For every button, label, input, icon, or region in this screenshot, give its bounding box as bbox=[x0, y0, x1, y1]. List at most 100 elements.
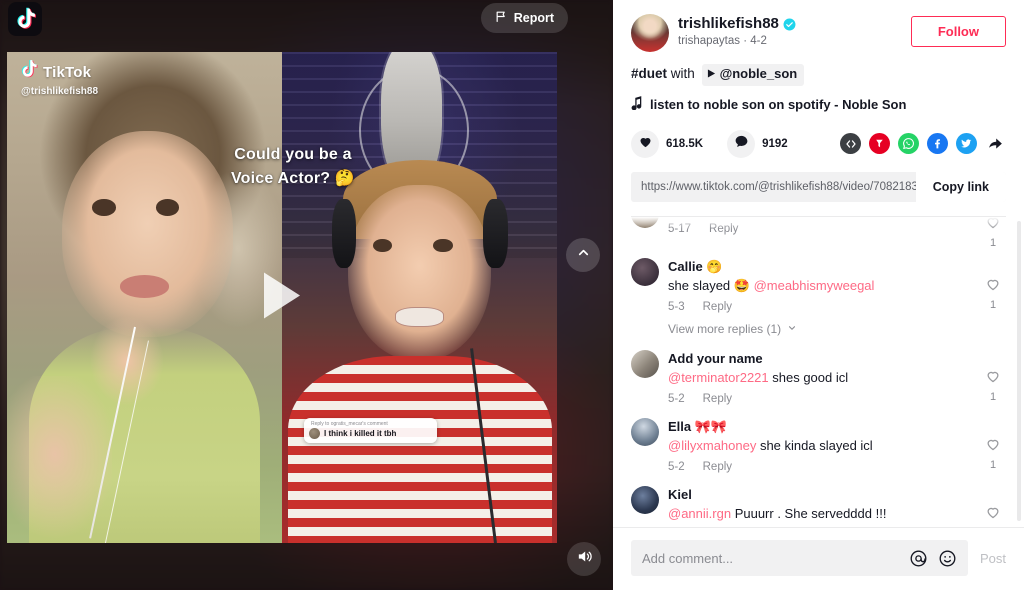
like-stat[interactable]: 618.5K bbox=[631, 129, 703, 158]
panel-header: trishlikefish88 trishapaytas · 4-2 Follo… bbox=[613, 0, 1024, 217]
chevron-down-icon bbox=[787, 322, 797, 336]
mention-noble-son[interactable]: @noble_son bbox=[701, 64, 805, 86]
comment-reply-button[interactable]: Reply bbox=[709, 223, 738, 235]
twitter-icon[interactable] bbox=[956, 133, 977, 155]
comment-input-box[interactable] bbox=[631, 540, 968, 576]
comment-meta: 5-2 Reply bbox=[668, 393, 980, 405]
comment-item[interactable]: Ella 🎀🎀 @lilyxmahoney she kinda slayed i… bbox=[631, 405, 1006, 473]
comment-like[interactable]: 1 bbox=[980, 258, 1006, 313]
heart-outline-icon[interactable] bbox=[985, 439, 1001, 456]
tiktok-video-page: Report Could you be a Voice Actor? 🤔 Rep… bbox=[0, 0, 1024, 590]
comment-composer: Post bbox=[613, 527, 1024, 590]
comment-like[interactable]: 1 bbox=[980, 350, 1006, 405]
comment-author[interactable]: Callie 🤭 bbox=[668, 258, 980, 276]
speaker-on-icon bbox=[576, 548, 593, 570]
copy-link-button[interactable]: Copy link bbox=[915, 171, 1006, 202]
comment-item[interactable]: Callie 🤭 she slayed 🤩 @meabhismyweegal 5… bbox=[631, 249, 1006, 313]
overlay-caption-line-2: Voice Actor? 🤔 bbox=[230, 169, 356, 187]
comment-like[interactable]: 1 bbox=[980, 486, 1006, 527]
comment-avatar[interactable] bbox=[631, 216, 659, 228]
copy-link-row: https://www.tiktok.com/@trishlikefish88/… bbox=[631, 171, 1006, 202]
heart-outline-icon[interactable] bbox=[985, 217, 1001, 234]
comment-stat[interactable]: 9192 bbox=[727, 129, 788, 158]
volume-button[interactable] bbox=[567, 542, 601, 576]
post-comment-button[interactable]: Post bbox=[980, 551, 1006, 566]
comment-mention[interactable]: @terminator2221 bbox=[668, 370, 769, 385]
share-arrow-icon[interactable] bbox=[985, 133, 1006, 154]
comment-avatar[interactable] bbox=[631, 349, 659, 378]
comment-meta: 5-2 Reply bbox=[668, 461, 980, 473]
chevron-up-icon bbox=[576, 245, 591, 265]
heart-outline-icon[interactable] bbox=[985, 279, 1001, 296]
comment-input[interactable] bbox=[642, 550, 899, 566]
comment-date: 5-2 bbox=[668, 460, 685, 473]
author-avatar[interactable] bbox=[631, 14, 669, 52]
tiktok-logo-icon[interactable] bbox=[8, 2, 42, 36]
comment-text: @oahxi it was kinda good 😭 bbox=[668, 217, 980, 219]
comment-reply-button[interactable]: Reply bbox=[703, 393, 732, 405]
comment-text: she slayed 🤩 @meabhismyweegal bbox=[668, 277, 980, 295]
description-with-word: with bbox=[670, 66, 695, 81]
comment-date: 5-17 bbox=[668, 223, 692, 236]
comment-avatar[interactable] bbox=[631, 257, 659, 286]
comment-reply-button[interactable]: Reply bbox=[703, 301, 732, 313]
comment-like-count: 1 bbox=[989, 458, 997, 471]
comment-body-text: she kinda slayed icl bbox=[756, 438, 873, 454]
comment-body-text: shes good icl bbox=[768, 370, 849, 386]
embed-icon[interactable] bbox=[840, 133, 861, 155]
comment-body-text: Puuurr . She servedddd !!! bbox=[731, 506, 887, 522]
follow-button[interactable]: Follow bbox=[910, 16, 1006, 47]
view-more-replies-label: View more replies (1) bbox=[668, 321, 782, 336]
scroll-up-button[interactable] bbox=[566, 238, 600, 272]
comments-scrollbar[interactable] bbox=[1017, 220, 1021, 521]
duet-left-pane bbox=[7, 52, 282, 543]
video-player[interactable]: Could you be a Voice Actor? 🤔 Reply to o… bbox=[7, 52, 557, 543]
heart-outline-icon[interactable] bbox=[985, 507, 1001, 524]
comment-avatar[interactable] bbox=[631, 417, 659, 446]
author-row: trishlikefish88 trishapaytas · 4-2 Follo… bbox=[631, 14, 1006, 52]
comment-mention[interactable]: @meabhismyweegal bbox=[754, 278, 875, 293]
comment-mention[interactable]: @lilyxmahoney bbox=[668, 438, 756, 453]
report-button[interactable]: Report bbox=[480, 3, 568, 33]
emoji-smiley-icon[interactable] bbox=[938, 549, 957, 568]
play-button[interactable] bbox=[260, 269, 304, 326]
quoted-comment-header: Reply to ogratis_mecar's comment bbox=[311, 420, 388, 427]
overlay-caption-line-1: Could you be a bbox=[234, 145, 352, 163]
facebook-icon[interactable] bbox=[927, 133, 948, 155]
comment-like[interactable]: 1 bbox=[980, 418, 1006, 473]
video-description: #duet with @noble_son bbox=[631, 64, 1006, 86]
comment-text: @terminator2221 shes good icl bbox=[668, 369, 980, 387]
share-icons bbox=[840, 133, 1006, 155]
video-url-text[interactable]: https://www.tiktok.com/@trishlikefish88/… bbox=[631, 172, 916, 202]
hashtag-duet[interactable]: #duet bbox=[631, 66, 667, 81]
comment-avatar[interactable] bbox=[631, 485, 659, 514]
whatsapp-icon[interactable] bbox=[898, 133, 919, 155]
comment-button[interactable] bbox=[727, 129, 756, 158]
comment-text: @annii.rgn Puuurr . She servedddd !!! bbox=[668, 505, 980, 523]
comment-item[interactable]: Add your name @terminator2221 shes good … bbox=[631, 336, 1006, 405]
comment-mention[interactable]: @annii.rgn bbox=[668, 506, 731, 521]
comment-like-count: 1 bbox=[989, 390, 997, 403]
author-username[interactable]: trishlikefish88 bbox=[678, 15, 779, 33]
comment-author[interactable]: Add your name bbox=[668, 350, 980, 368]
comment-bubble-icon bbox=[734, 134, 749, 154]
comment-like[interactable]: 1 bbox=[980, 217, 1006, 249]
music-row[interactable]: listen to noble son on spotify - Noble S… bbox=[631, 95, 1006, 113]
duet-right-pane bbox=[282, 52, 557, 543]
comment-date: 5-3 bbox=[668, 300, 685, 313]
comments-list[interactable]: @oahxi it was kinda good 😭 5-17 Reply bbox=[613, 216, 1024, 527]
view-more-replies-button[interactable]: View more replies (1) bbox=[668, 322, 1006, 336]
quoted-comment-avatar bbox=[309, 428, 320, 440]
comment-item[interactable]: @oahxi it was kinda good 😭 5-17 Reply bbox=[631, 216, 1006, 249]
at-mention-icon[interactable] bbox=[909, 549, 928, 568]
comment-item[interactable]: Kiel @annii.rgn Puuurr . She servedddd !… bbox=[631, 473, 1006, 527]
heart-outline-icon[interactable] bbox=[985, 371, 1001, 388]
music-note-icon bbox=[631, 95, 643, 113]
music-title: listen to noble son on spotify - Noble S… bbox=[650, 96, 907, 112]
comment-author[interactable]: Kiel bbox=[668, 486, 980, 504]
comment-reply-button[interactable]: Reply bbox=[703, 461, 732, 473]
author-meta: trishlikefish88 trishapaytas · 4-2 bbox=[678, 14, 911, 47]
comment-author[interactable]: Ella 🎀🎀 bbox=[668, 418, 980, 436]
pinterest-icon[interactable] bbox=[869, 133, 890, 155]
like-button[interactable] bbox=[631, 129, 659, 158]
